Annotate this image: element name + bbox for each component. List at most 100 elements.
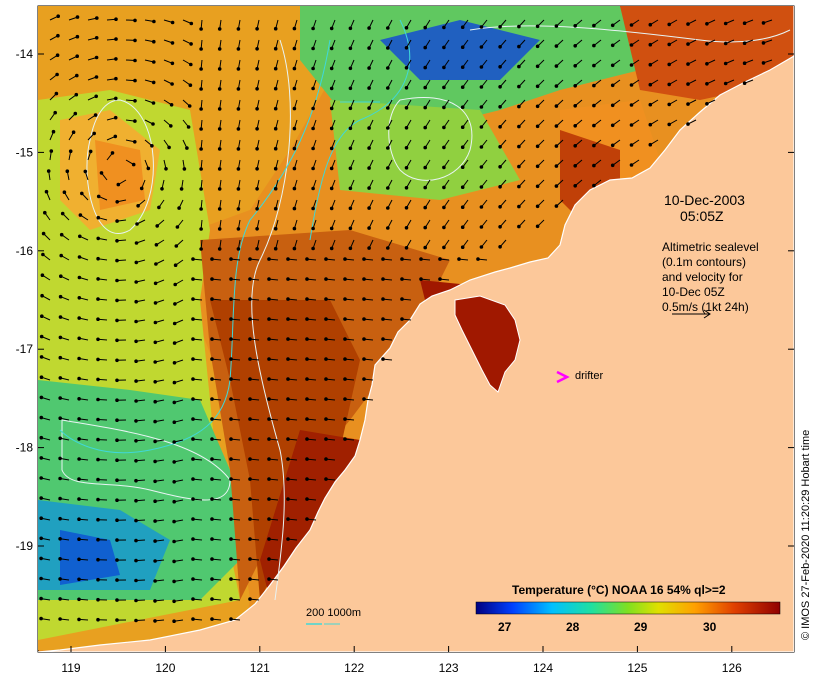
velocity-arrow-head xyxy=(476,257,480,261)
velocity-arrow-head xyxy=(39,536,44,541)
velocity-arrow-head xyxy=(348,46,353,51)
velocity-arrow-head xyxy=(438,277,442,281)
velocity-arrow-head xyxy=(172,619,176,624)
velocity-arrow-head xyxy=(199,227,203,231)
velocity-arrow-head xyxy=(498,45,502,49)
velocity-arrow-head xyxy=(386,46,390,50)
velocity-arrow-head xyxy=(457,257,461,261)
velocity-arrow-head xyxy=(56,33,60,38)
velocity-arrow-head xyxy=(248,297,252,301)
velocity-arrow-head xyxy=(348,86,353,91)
velocity-arrow-head xyxy=(59,274,63,279)
velocity-arrow-head xyxy=(94,36,99,40)
velocity-arrow-head xyxy=(367,46,371,50)
velocity-arrow-head xyxy=(273,46,278,51)
velocity-arrow-head xyxy=(75,54,79,59)
velocity-arrow-head xyxy=(423,85,428,90)
velocity-arrow-head xyxy=(134,578,138,583)
velocity-arrow-head xyxy=(343,377,347,381)
velocity-arrow-head xyxy=(236,67,241,71)
velocity-arrow-head xyxy=(58,294,63,299)
velocity-arrow-head xyxy=(77,557,81,562)
velocity-arrow-head xyxy=(40,293,44,298)
velocity-arrow-head xyxy=(404,66,409,70)
velocity-arrow-head xyxy=(229,477,233,481)
velocity-arrow-head xyxy=(255,47,259,51)
velocity-arrow-head xyxy=(210,377,214,381)
velocity-arrow-head xyxy=(58,617,62,621)
velocity-arrow-head xyxy=(479,205,484,209)
velocity-arrow-head xyxy=(517,24,521,29)
velocity-arrow-head xyxy=(273,126,278,131)
velocity-arrow-head xyxy=(761,21,766,25)
velocity-arrow-head xyxy=(535,44,540,49)
velocity-arrow-head xyxy=(273,26,278,31)
velocity-arrow-head xyxy=(686,62,690,66)
velocity-arrow-head xyxy=(686,82,690,86)
velocity-arrow-head xyxy=(77,497,81,501)
velocity-arrow-head xyxy=(311,86,315,91)
velocity-arrow-head xyxy=(210,317,214,321)
velocity-arrow-head xyxy=(343,417,347,421)
velocity-arrow-head xyxy=(311,146,315,151)
velocity-arrow-head xyxy=(94,75,99,79)
velocity-arrow-head xyxy=(153,340,158,345)
velocity-arrow-head xyxy=(248,537,252,541)
velocity-arrow-head xyxy=(311,66,315,71)
velocity-arrow-head xyxy=(554,84,559,88)
velocity-arrow-head xyxy=(329,66,334,71)
velocity-arrow-head xyxy=(96,236,100,241)
velocity-arrow-head xyxy=(229,517,233,521)
velocity-arrow-head xyxy=(311,246,315,251)
velocity-arrow-head xyxy=(479,225,484,229)
velocity-arrow-head xyxy=(248,497,252,501)
velocity-arrow-head xyxy=(115,278,119,283)
velocity-arrow-head xyxy=(324,357,328,361)
colorbar-tick: 30 xyxy=(703,620,717,634)
velocity-arrow-head xyxy=(39,596,43,601)
velocity-arrow-head xyxy=(191,577,195,581)
velocity-arrow-head xyxy=(592,163,596,168)
velocity-arrow-head xyxy=(535,224,540,229)
velocity-arrow-head xyxy=(236,227,241,231)
velocity-arrow-head xyxy=(99,171,104,175)
velocity-arrow-head xyxy=(248,597,252,601)
velocity-arrow-head xyxy=(311,126,315,131)
velocity-arrow-head xyxy=(217,107,222,111)
velocity-arrow-head xyxy=(629,143,634,147)
x-tick-label: 119 xyxy=(61,661,80,675)
velocity-arrow-head xyxy=(498,85,502,89)
velocity-arrow-head xyxy=(498,125,502,129)
velocity-arrow-head xyxy=(423,125,428,130)
velocity-arrow-head xyxy=(153,459,157,464)
velocity-arrow-head xyxy=(362,297,366,301)
velocity-arrow-head xyxy=(573,184,578,188)
y-tick-label: -17 xyxy=(16,342,34,356)
velocity-arrow-head xyxy=(592,183,596,188)
velocity-arrow-head xyxy=(386,26,390,30)
velocity-arrow-head xyxy=(267,437,271,441)
velocity-arrow-head xyxy=(667,122,672,127)
velocity-arrow-head xyxy=(229,577,233,581)
velocity-arrow-head xyxy=(517,104,521,109)
y-tick-label: -18 xyxy=(16,441,34,455)
velocity-arrow-head xyxy=(329,186,334,191)
velocity-arrow-head xyxy=(381,337,385,341)
velocity-arrow-head xyxy=(667,42,672,47)
velocity-arrow-head xyxy=(348,226,353,231)
velocity-arrow-head xyxy=(71,130,76,134)
velocity-arrow-head xyxy=(96,617,100,622)
velocity-arrow-head xyxy=(236,207,241,211)
velocity-arrow-head xyxy=(267,457,271,461)
velocity-arrow-head xyxy=(535,124,540,129)
velocity-arrow-head xyxy=(229,437,233,441)
velocity-arrow-head xyxy=(116,182,121,187)
velocity-arrow-head xyxy=(134,478,138,483)
velocity-arrow-head xyxy=(273,86,278,91)
velocity-arrow-head xyxy=(273,106,278,111)
velocity-arrow-head xyxy=(286,397,290,401)
velocity-arrow-head xyxy=(153,320,158,325)
velocity-arrow-head xyxy=(115,498,119,503)
velocity-arrow-head xyxy=(40,314,44,319)
velocity-arrow-head xyxy=(592,103,596,108)
